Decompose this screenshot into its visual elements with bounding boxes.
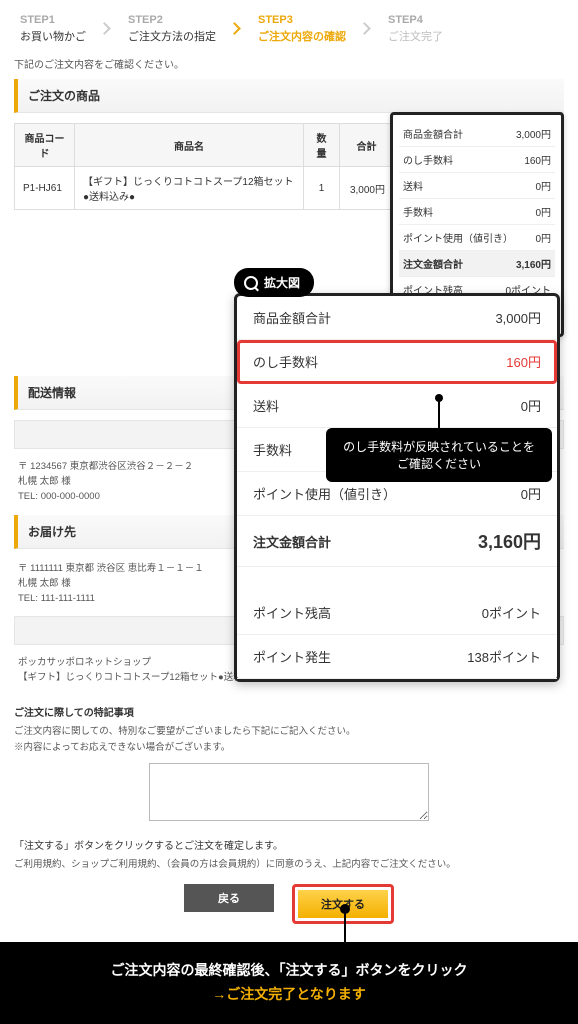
footer-callout: ご注文内容の最終確認後、「注文する」ボタンをクリック →ご注文完了となります (0, 942, 578, 1024)
cell-code: P1-HJ61 (15, 167, 75, 210)
intro-text: 下記のご注文内容をご確認ください。 (14, 56, 564, 71)
step1-title: お買い物かご (20, 28, 86, 44)
cell-qty: 1 (304, 167, 340, 210)
chevron-right-icon (230, 22, 244, 36)
footer-line2: →ご注文完了となります (16, 984, 562, 1004)
th-qty: 数量 (304, 124, 340, 167)
magnify-icon (244, 276, 258, 290)
confirm-title: 「注文する」ボタンをクリックするとご注文を確定します。 (14, 837, 564, 852)
step-indicator: STEP1お買い物かご STEP2ご注文方法の指定 STEP3ご注文内容の確認 … (14, 14, 564, 44)
section-order-items: ご注文の商品 (14, 79, 564, 113)
footer-line1: ご注文内容の最終確認後、「注文する」ボタンをクリック (16, 960, 562, 980)
confirm-sub: ご利用規約、ショップご利用規約、（会員の方は会員規約）に同意のうえ、上記内容でご… (14, 856, 564, 870)
step2-title: ご注文方法の指定 (128, 28, 216, 44)
notes-textarea[interactable] (149, 763, 429, 821)
step4-label: STEP4 (388, 14, 443, 26)
chevron-right-icon (100, 22, 114, 36)
th-amount: 合計 (340, 124, 394, 167)
cell-name: 【ギフト】じっくりコトコトスープ12箱セット●送料込み● (75, 167, 304, 210)
step3-label: STEP3 (258, 14, 346, 26)
step4-title: ご注文完了 (388, 28, 443, 44)
step3-title: ご注文内容の確認 (258, 28, 346, 44)
order-table: 商品コード 商品名 数量 合計 P1-HJ61 【ギフト】じっくりコトコトスープ… (14, 123, 394, 210)
step1-label: STEP1 (20, 14, 86, 26)
callout-text: のし手数料が反映されていることをご確認ください (343, 440, 535, 471)
th-name: 商品名 (75, 124, 304, 167)
chevron-right-icon (360, 22, 374, 36)
magnify-tag: 拡大図 (234, 268, 314, 297)
step2-label: STEP2 (128, 14, 216, 26)
th-code: 商品コード (15, 124, 75, 167)
noshi-callout: のし手数料が反映されていることをご確認ください (326, 428, 552, 482)
back-button[interactable]: 戻る (184, 884, 274, 912)
table-row: P1-HJ61 【ギフト】じっくりコトコトスープ12箱セット●送料込み● 1 3… (15, 167, 394, 210)
noshi-fee-row: のし手数料160円 (237, 340, 557, 384)
special-notes: ご注文に際しての特記事項 ご注文内容に関しての、特別なご要望がございましたら下記… (14, 704, 564, 753)
cell-amount: 3,000円 (340, 167, 394, 210)
